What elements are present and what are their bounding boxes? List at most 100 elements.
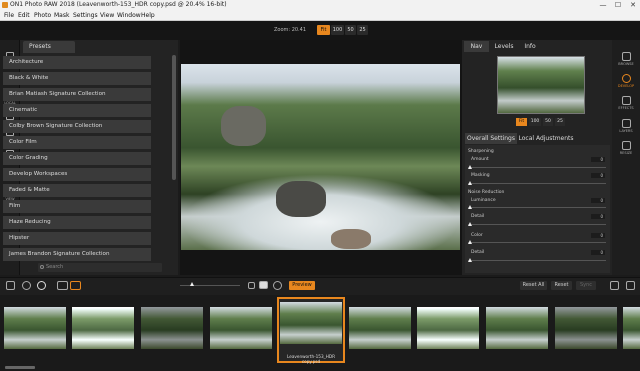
preset-color-film[interactable]: Color Film [3,136,151,149]
film-thumbnail[interactable] [623,307,640,349]
film-thumbnail[interactable] [417,307,479,349]
film-thumbnail[interactable] [349,307,411,349]
color-slider[interactable] [468,240,606,244]
nav-zoom-fit[interactable]: Fit [516,118,527,126]
slider-knob[interactable] [468,205,472,209]
compare-square-icon[interactable] [248,282,255,289]
selected-file-name: Leavenworth-153_HDR copy.psd [287,354,335,364]
menu-photo[interactable]: Photo [34,10,51,21]
mask-icon[interactable] [259,281,268,289]
preset-james-brandon[interactable]: James Brandon Signature Collection [3,248,151,261]
film-thumbnail[interactable] [210,307,272,349]
brightness-slider[interactable] [180,282,240,286]
param-value[interactable]: 0 [591,157,605,162]
param-label: Luminance [471,198,496,203]
param-value[interactable]: 0 [591,198,605,203]
film-thumbnail[interactable] [4,307,66,349]
export-share-icon[interactable] [610,281,619,290]
menu-edit[interactable]: Edit [18,10,30,21]
module-develop[interactable]: DEVELOP [614,74,638,88]
slider-knob[interactable] [468,181,472,185]
module-resize[interactable]: RESIZE [614,141,638,155]
preset-hipster[interactable]: Hipster [3,232,151,245]
zoom-fit-button[interactable]: Fit [317,25,330,35]
preset-color-grading[interactable]: Color Grading [3,152,151,165]
param-value[interactable]: 0 [591,173,605,178]
nav-zoom-100[interactable]: 100 [529,118,541,126]
zoom-25-button[interactable]: 25 [357,25,368,35]
panel-toggle-icon[interactable] [6,281,15,290]
main-photo[interactable] [181,64,460,250]
section-noise-reduction: Noise Reduction [468,190,505,195]
layers-icon [621,119,631,128]
tab-local-adjustments[interactable]: Local Adjustments [518,133,574,144]
preview-button[interactable]: Preview [289,281,315,290]
nav-zoom-25[interactable]: 25 [555,118,565,126]
help-icon[interactable] [22,281,31,290]
menu-mask[interactable]: Mask [54,10,69,21]
tab-overall-settings[interactable]: Overall Settings [465,133,517,144]
settings-gear-icon[interactable] [37,281,46,290]
slider-knob[interactable] [468,222,472,226]
param-value[interactable]: 0 [591,250,605,255]
preview-eye-icon[interactable] [273,281,282,290]
film-thumbnail[interactable] [486,307,548,349]
param-label: Detail [471,214,485,219]
slider-knob[interactable] [190,282,194,286]
single-view-icon[interactable] [57,281,68,290]
menu-window[interactable]: Window [117,10,141,21]
navigator-thumbnail[interactable] [497,56,585,114]
color-detail-slider[interactable] [468,258,606,262]
preset-cinematic[interactable]: Cinematic [3,104,151,117]
param-value[interactable]: 0 [591,233,605,238]
close-button[interactable]: ✕ [626,0,640,10]
preset-colby-brown[interactable]: Colby Brown Signature Collection [3,120,151,133]
reset-all-button[interactable]: Reset All [520,281,547,290]
preset-architecture[interactable]: Architecture [3,56,151,69]
film-thumbnail[interactable] [72,307,134,349]
preset-faded-matte[interactable]: Faded & Matte [3,184,151,197]
film-thumbnail[interactable] [555,307,617,349]
tab-nav[interactable]: Nav [464,41,489,52]
param-value[interactable]: 0 [591,214,605,219]
selected-thumbnail-image[interactable] [280,302,342,344]
filmstrip-scrollbar[interactable] [5,366,35,369]
tab-levels[interactable]: Levels [490,41,518,52]
slider-knob[interactable] [468,240,472,244]
minimize-button[interactable]: — [596,0,610,10]
detail-slider[interactable] [468,222,606,226]
preset-film[interactable]: Film [3,200,151,213]
nav-zoom-50[interactable]: 50 [543,118,553,126]
preset-haze-reducing[interactable]: Haze Reducing [3,216,151,229]
menu-help[interactable]: Help [141,10,155,21]
adjustments-area [465,145,610,273]
expand-panel-icon[interactable] [626,281,635,290]
masking-slider[interactable] [468,181,606,185]
module-browse[interactable]: BROWSE [614,52,638,66]
module-layers[interactable]: LAYERS [614,119,638,133]
menu-file[interactable]: File [4,10,14,21]
slider-knob[interactable] [468,258,472,262]
presets-tab[interactable]: Presets [23,41,75,53]
film-thumbnail[interactable] [141,307,203,349]
zoom-50-button[interactable]: 50 [345,25,356,35]
reset-button[interactable]: Reset [551,281,572,290]
preset-develop-workspaces[interactable]: Develop Workspaces [3,168,151,181]
title-bar: ON1 Photo RAW 2018 (Leavenworth-153_HDR … [0,0,640,10]
menu-settings[interactable]: Settings [73,10,98,21]
resize-icon [621,141,631,150]
sync-button[interactable]: Sync [576,281,596,290]
slider-knob[interactable] [468,165,472,169]
module-effects[interactable]: EFFECTS [614,96,638,110]
zoom-100-button[interactable]: 100 [331,25,344,35]
preset-brian-matiash[interactable]: Brian Matiash Signature Collection [3,88,151,101]
presets-scrollbar[interactable] [172,55,176,180]
preset-search-input[interactable]: Search [38,263,162,272]
luminance-slider[interactable] [468,205,606,209]
menu-view[interactable]: View [100,10,114,21]
filmstrip-view-icon[interactable] [70,281,81,290]
preset-black-white[interactable]: Black & White [3,72,151,85]
amount-slider[interactable] [468,165,606,169]
maximize-button[interactable]: ☐ [611,0,625,10]
tab-info[interactable]: Info [519,41,541,52]
